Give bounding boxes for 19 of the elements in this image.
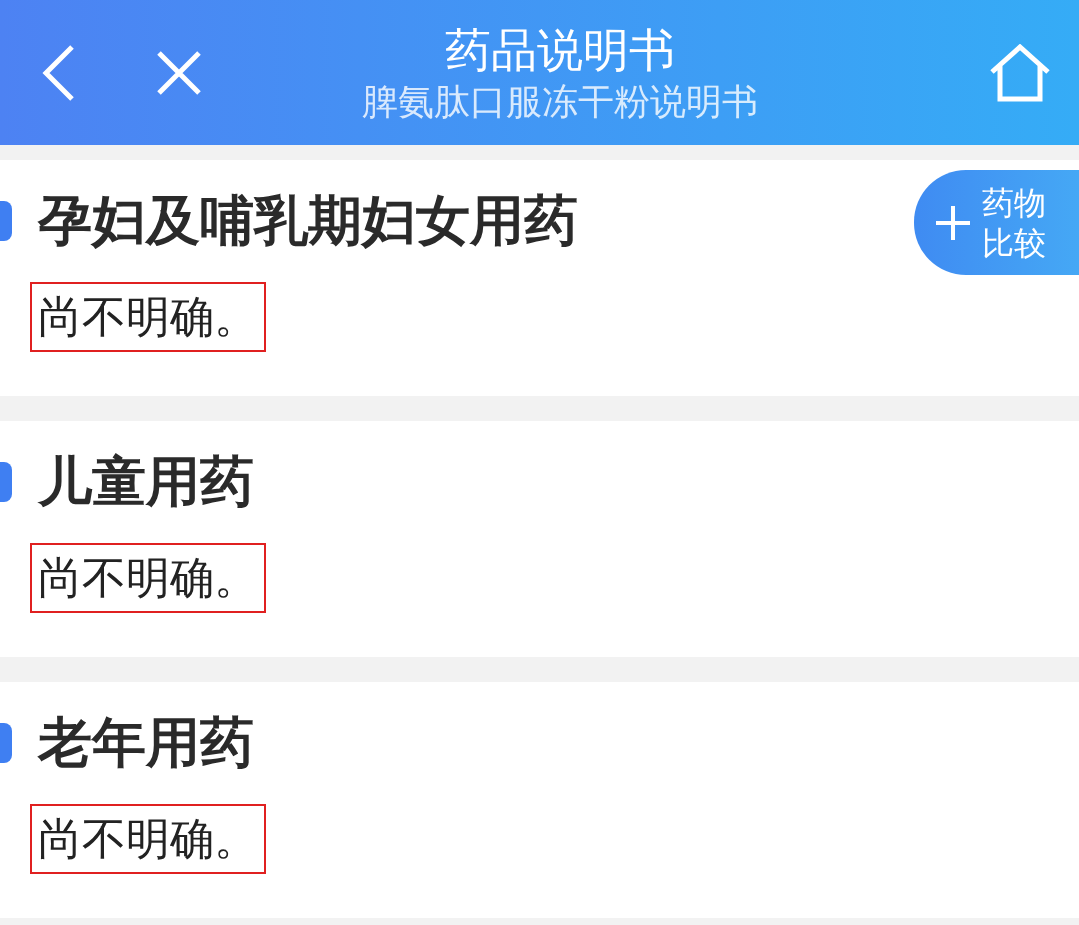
section-heading: 孕妇及哺乳期妇女用药 bbox=[38, 188, 578, 254]
home-icon bbox=[989, 43, 1051, 102]
home-button[interactable] bbox=[989, 43, 1051, 102]
section-heading: 儿童用药 bbox=[38, 449, 254, 515]
section-text: 尚不明确。 bbox=[30, 804, 266, 874]
plus-icon bbox=[936, 205, 970, 240]
close-button[interactable] bbox=[156, 49, 202, 96]
section-heading: 老年用药 bbox=[38, 710, 254, 776]
back-button[interactable] bbox=[40, 42, 76, 103]
heading-marker bbox=[0, 462, 12, 502]
page-title: 药品说明书 bbox=[444, 21, 675, 79]
section-text: 尚不明确。 bbox=[30, 543, 266, 613]
page-subtitle: 脾氨肽口服冻干粉说明书 bbox=[361, 79, 758, 124]
section-text: 尚不明确。 bbox=[30, 282, 266, 352]
back-icon bbox=[40, 42, 76, 103]
heading-marker bbox=[0, 723, 12, 763]
compare-button[interactable]: 药物 比较 bbox=[914, 170, 1079, 275]
heading-marker bbox=[0, 201, 12, 241]
close-icon bbox=[156, 49, 202, 96]
